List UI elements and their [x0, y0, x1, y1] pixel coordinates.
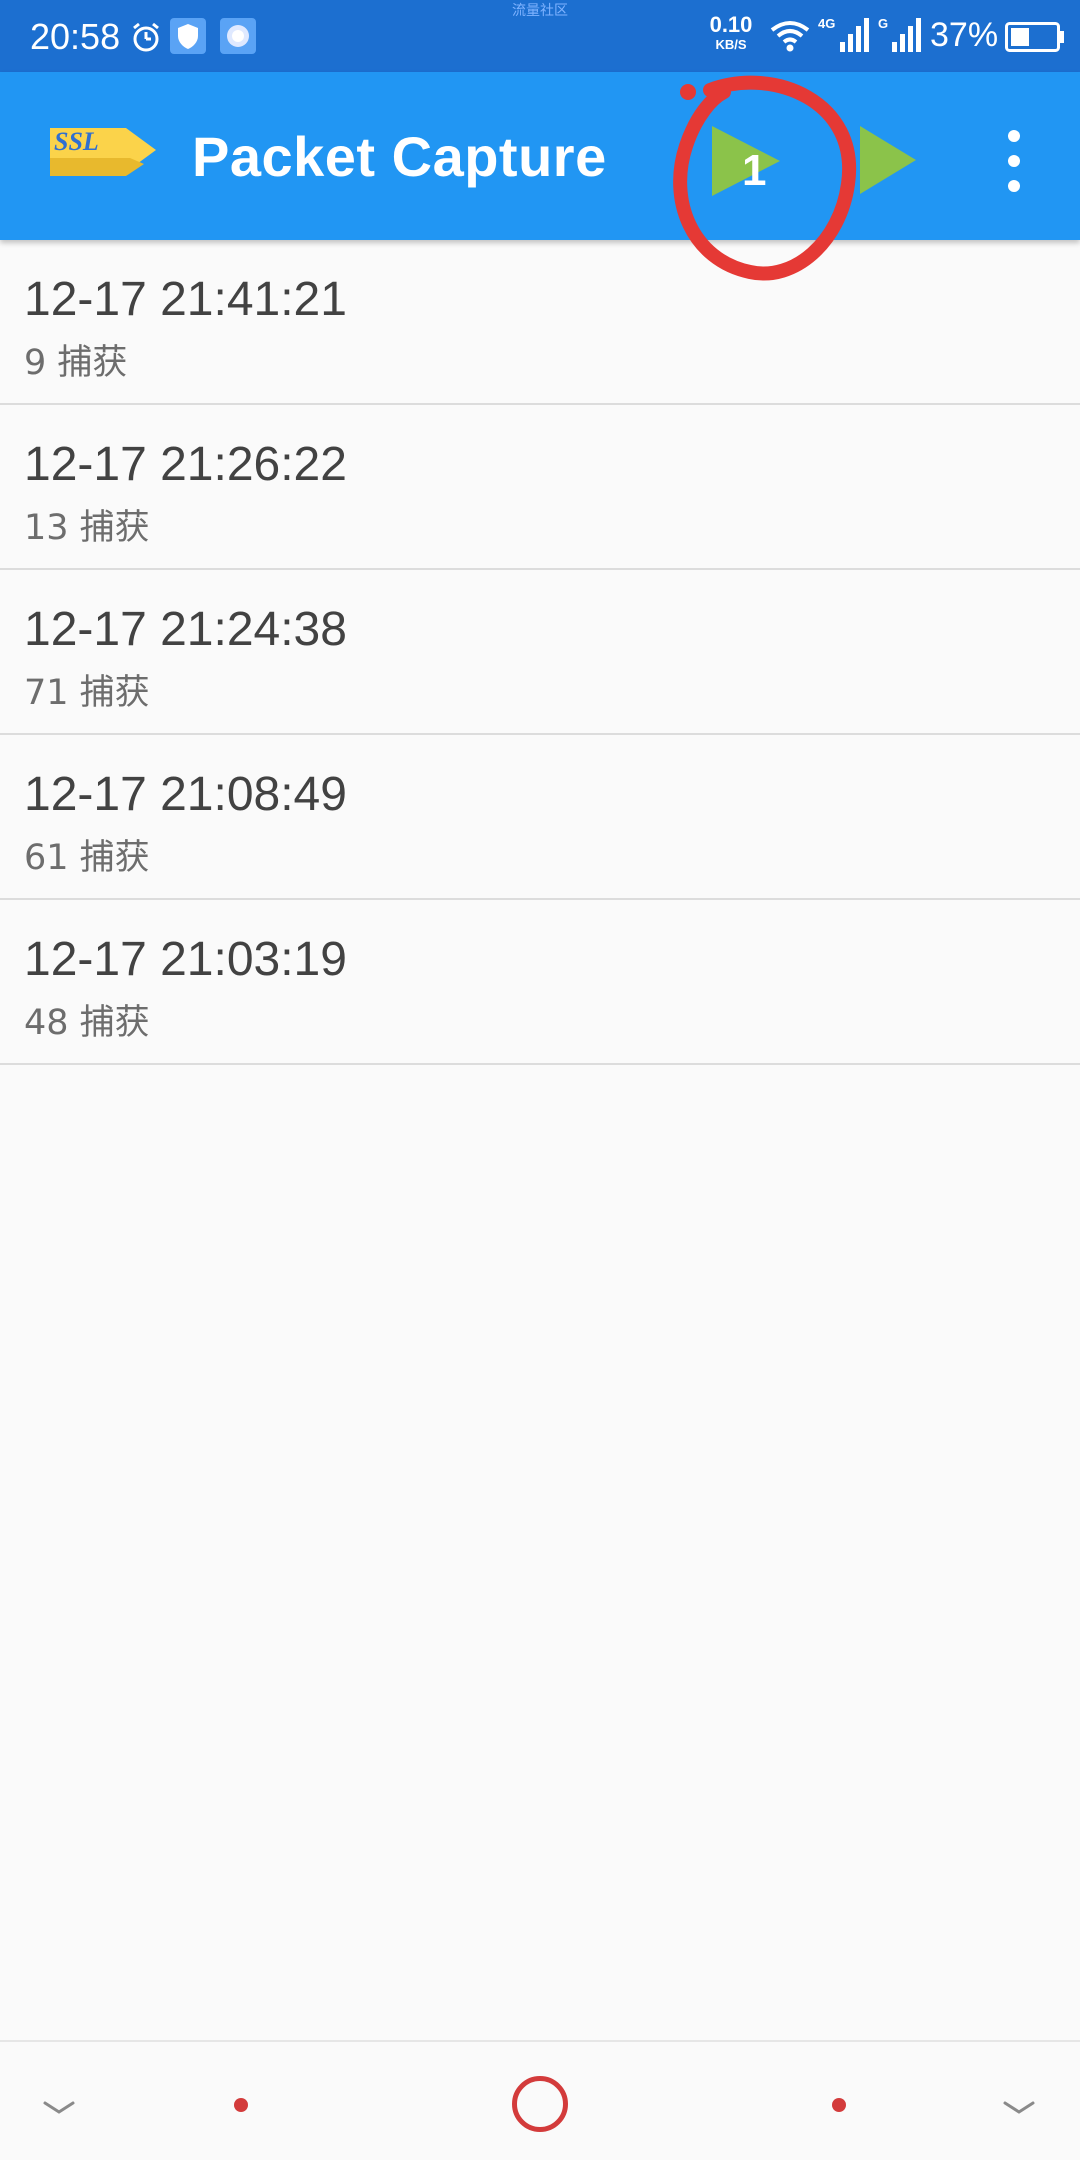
wifi-icon: [770, 21, 810, 52]
alarm-icon: [133, 22, 159, 52]
ssl-logo-icon: SSL: [50, 127, 156, 176]
chevron-down-icon[interactable]: [1002, 2098, 1036, 2118]
capture-time: 12-17 21:26:22: [24, 438, 347, 491]
capture-row[interactable]: 12-17 21:41:21 9 捕获: [0, 240, 1080, 405]
capture-time: 12-17 21:08:49: [24, 768, 347, 821]
play-button-badge: 1: [742, 146, 767, 195]
capture-row[interactable]: 12-17 21:26:22 13 捕获: [0, 405, 1080, 570]
logo-text: SSL: [54, 127, 99, 156]
capture-row[interactable]: 12-17 21:08:49 61 捕获: [0, 735, 1080, 900]
status-time: 20:58: [30, 16, 121, 57]
browser-icon: [220, 18, 256, 54]
capture-list: 12-17 21:41:21 9 捕获 12-17 21:26:22 13 捕获…: [0, 240, 1080, 1065]
capture-count: 48 捕获: [24, 1003, 150, 1043]
app-title: Packet Capture: [192, 125, 607, 188]
signal-4g-icon: 4G: [818, 16, 869, 52]
capture-row[interactable]: 12-17 21:03:19 48 捕获: [0, 900, 1080, 1065]
capture-count: 61 捕获: [24, 838, 150, 878]
overflow-menu-icon[interactable]: [996, 126, 1032, 196]
network-speed-unit: KB/S: [715, 37, 747, 52]
capture-count: 13 捕获: [24, 508, 150, 548]
signal-4g-label: 4G: [818, 16, 835, 31]
capture-time: 12-17 21:24:38: [24, 603, 347, 656]
back-dot-icon[interactable]: [832, 2098, 846, 2112]
network-speed: 0.10 KB/S: [704, 12, 758, 52]
capture-count: 71 捕获: [24, 673, 150, 713]
play-button[interactable]: [854, 122, 920, 198]
signal-g-label: G: [878, 16, 888, 31]
shield-icon: [170, 18, 206, 54]
capture-row[interactable]: 12-17 21:24:38 71 捕获: [0, 570, 1080, 735]
capture-time: 12-17 21:41:21: [24, 273, 347, 326]
status-bar: 流量社区 20:58 0.10 KB/S 4G G 37%: [0, 0, 1080, 72]
app-bar: SSL Packet Capture 1: [0, 72, 1080, 240]
battery-icon: [1005, 22, 1064, 52]
network-speed-value: 0.10: [709, 12, 753, 37]
recents-dot-icon[interactable]: [234, 2098, 248, 2112]
navigation-bar: [0, 2040, 1080, 2160]
battery-percent: 37%: [930, 16, 999, 54]
signal-g-icon: G: [878, 16, 921, 52]
capture-count: 9 捕获: [24, 343, 128, 383]
home-circle-icon[interactable]: [512, 2076, 568, 2132]
capture-time: 12-17 21:03:19: [24, 933, 347, 986]
chevron-down-icon[interactable]: [42, 2098, 76, 2118]
